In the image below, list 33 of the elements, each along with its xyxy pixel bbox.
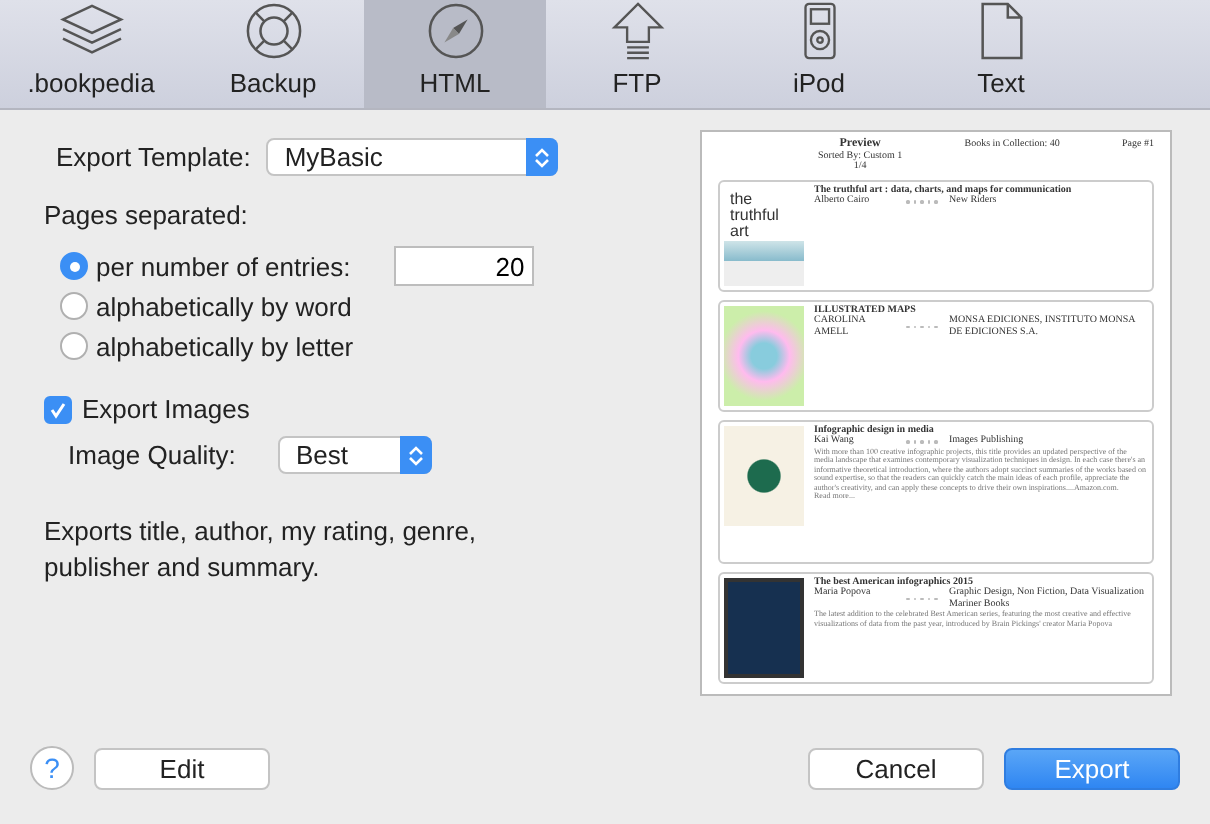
checkbox[interactable] <box>44 395 72 423</box>
field-label: Image Quality: <box>68 440 238 470</box>
toolbar-tab[interactable]: Text <box>910 0 1092 108</box>
book-cover <box>724 577 804 677</box>
toolbar-tab[interactable]: .bookpedia <box>0 0 182 108</box>
quality-dropdown[interactable]: Best <box>278 436 432 474</box>
field-label: Export Template: <box>56 142 251 172</box>
description-text: Exports title, author, my rating, genre, publisher and summary. <box>44 514 479 586</box>
edit-button[interactable]: Edit <box>94 747 270 789</box>
book-cover <box>724 425 804 525</box>
radio-button[interactable] <box>60 332 88 360</box>
radio-option[interactable]: per number of entries: <box>60 246 351 286</box>
radio-button[interactable] <box>60 252 88 280</box>
toolbar-tab[interactable]: Backup <box>182 0 364 108</box>
up-arrow-icon <box>609 2 665 60</box>
radio-option[interactable]: alphabetically by letter <box>60 326 354 366</box>
ipod-icon <box>801 2 837 60</box>
section-label: Pages separated: <box>44 200 250 230</box>
toolbar-tab[interactable]: iPod <box>728 0 910 108</box>
stepper-icon <box>408 443 424 467</box>
toolbar-tab[interactable]: HTML <box>364 0 546 108</box>
template-dropdown[interactable]: MyBasic <box>266 138 559 176</box>
lifebuoy-icon <box>243 2 303 60</box>
cancel-button[interactable]: Cancel <box>808 747 984 789</box>
radio-button[interactable] <box>60 292 88 320</box>
radio-option[interactable]: alphabetically by word <box>60 286 352 326</box>
checkbox-label[interactable]: Export Images <box>82 394 250 424</box>
entries-count-field[interactable]: 20 <box>394 246 535 286</box>
toolbar-tab[interactable]: FTP <box>546 0 728 108</box>
book-cover <box>724 305 804 405</box>
stepper-icon <box>534 145 551 169</box>
compass-icon <box>425 2 485 60</box>
document-icon <box>979 2 1023 60</box>
